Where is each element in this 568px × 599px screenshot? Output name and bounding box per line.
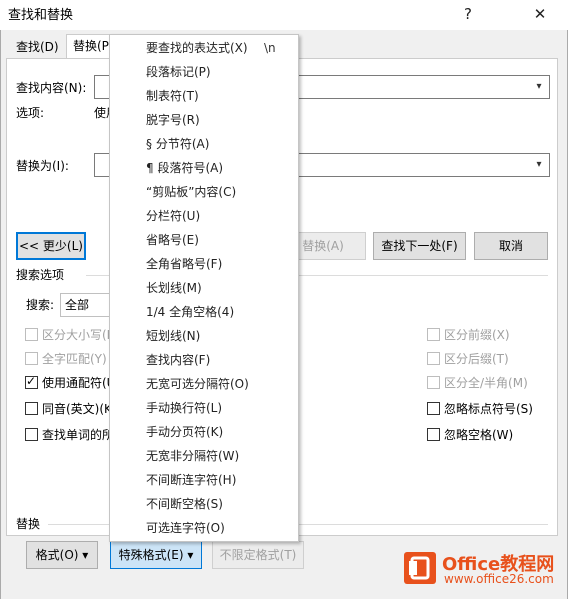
options-label: 选项: <box>16 106 45 120</box>
menu-item-label: 要查找的表达式(X) <box>146 41 248 55</box>
less-button[interactable]: << 更少(L) <box>16 232 86 260</box>
window-title: 查找和替换 <box>8 8 74 23</box>
search-scope-label: 搜索: <box>26 298 55 312</box>
menu-item-optional-hyphen[interactable]: 可选连字符(O) <box>110 516 298 540</box>
ignore-punct-label: 忽略标点符号(S) <box>444 402 533 416</box>
replace-section-heading: 替换 <box>16 517 41 531</box>
format-button[interactable]: 格式(O) ▾ <box>26 541 98 569</box>
width-label: 区分全/半角(M) <box>444 376 528 390</box>
replace-label: 替换为(I): <box>16 159 69 173</box>
title-bar: 查找和替换 ? ✕ <box>0 0 568 30</box>
prefix-checkbox[interactable] <box>427 328 440 341</box>
special-format-menu: 要查找的表达式(X) \n 段落标记(P) 制表符(T) 脱字号(R) § 分节符… <box>109 34 299 542</box>
menu-item-paragraph-mark[interactable]: 段落标记(P) <box>110 60 298 84</box>
menu-item-full-ellipsis[interactable]: 全角省略号(F) <box>110 252 298 276</box>
menu-item-ellipsis[interactable]: 省略号(E) <box>110 228 298 252</box>
no-formatting-button[interactable]: 不限定格式(T) <box>212 541 304 569</box>
find-next-button[interactable]: 查找下一处(F) <box>373 232 466 260</box>
chevron-down-icon[interactable]: ▾ <box>531 154 547 176</box>
whole-word-checkbox[interactable] <box>25 352 38 365</box>
menu-item-manual-page-break[interactable]: 手动分页符(K) <box>110 420 298 444</box>
menu-item-nonbreaking-space[interactable]: 不间断空格(S) <box>110 492 298 516</box>
menu-item-em-dash[interactable]: 长划线(M) <box>110 276 298 300</box>
wildcards-checkbox[interactable] <box>25 374 38 389</box>
menu-item-section[interactable]: § 分节符(A) <box>110 132 298 156</box>
suffix-label: 区分后缀(T) <box>444 352 509 366</box>
help-button[interactable]: ? <box>448 0 488 28</box>
special-format-button[interactable]: 特殊格式(E) ▾ <box>110 541 202 569</box>
match-case-label: 区分大小写(H <box>42 328 116 342</box>
menu-item-caret[interactable]: 脱字号(R) <box>110 108 298 132</box>
tab-find[interactable]: 查找(D) <box>10 36 66 60</box>
prefix-label: 区分前缀(X) <box>444 328 510 342</box>
search-options-heading: 搜索选项 <box>16 268 65 282</box>
menu-item-clipboard[interactable]: “剪贴板”内容(C) <box>110 180 298 204</box>
menu-item-zw-optional-break[interactable]: 无宽可选分隔符(O) <box>110 372 298 396</box>
word-forms-checkbox[interactable] <box>25 428 38 441</box>
search-scope-value: 全部 <box>65 298 90 312</box>
find-label: 查找内容(N): <box>16 81 87 95</box>
menu-item-find-content[interactable]: 查找内容(F) <box>110 348 298 372</box>
watermark-url: www.office26.com <box>444 572 554 586</box>
suffix-checkbox[interactable] <box>427 352 440 365</box>
menu-item-nonbreaking-hyphen[interactable]: 不间断连字符(H) <box>110 468 298 492</box>
menu-item-tab[interactable]: 制表符(T) <box>110 84 298 108</box>
menu-item-en-dash[interactable]: 短划线(N) <box>110 324 298 348</box>
close-button[interactable]: ✕ <box>520 0 560 28</box>
ignore-space-checkbox[interactable] <box>427 428 440 441</box>
match-case-checkbox[interactable] <box>25 328 38 341</box>
menu-item-column-break[interactable]: 分栏符(U) <box>110 204 298 228</box>
menu-item-zw-non-break[interactable]: 无宽非分隔符(W) <box>110 444 298 468</box>
ignore-punct-checkbox[interactable] <box>427 402 440 415</box>
ignore-space-label: 忽略空格(W) <box>444 428 514 442</box>
menu-item-pilcrow[interactable]: ¶ 段落符号(A) <box>110 156 298 180</box>
word-forms-label: 查找单词的所 <box>42 428 115 442</box>
menu-item-manual-line-break[interactable]: 手动换行符(L) <box>110 396 298 420</box>
menu-item-shortcut: \n <box>264 41 276 55</box>
cancel-button[interactable]: 取消 <box>474 232 548 260</box>
wildcards-label: 使用通配符(U <box>42 376 116 390</box>
menu-item-expression[interactable]: 要查找的表达式(X) \n <box>110 36 298 60</box>
menu-item-quarter-space[interactable]: 1/4 全角空格(4) <box>110 300 298 324</box>
width-checkbox[interactable] <box>427 376 440 389</box>
chevron-down-icon[interactable]: ▾ <box>531 76 547 98</box>
sounds-like-label: 同音(英文)(K <box>42 402 112 416</box>
whole-word-label: 全字匹配(Y) <box>42 352 107 366</box>
sounds-like-checkbox[interactable] <box>25 402 38 415</box>
office-logo-icon <box>404 552 436 584</box>
